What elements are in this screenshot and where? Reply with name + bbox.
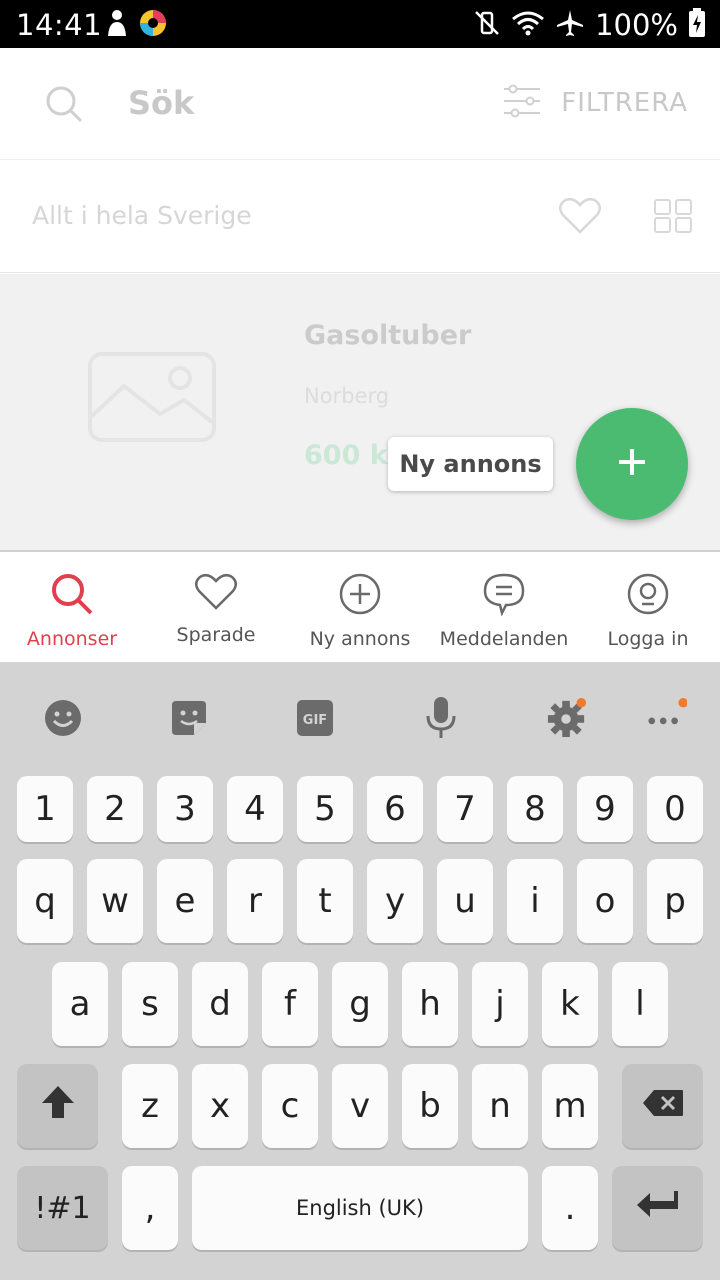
battery-percent: 100% [595, 8, 678, 42]
microphone-icon[interactable] [421, 697, 461, 738]
key-y[interactable]: y [367, 859, 423, 943]
key-i[interactable]: i [507, 859, 563, 943]
grid-view-icon[interactable] [654, 199, 692, 237]
save-search-heart-icon[interactable] [558, 197, 602, 239]
space-key[interactable]: English (UK) [192, 1166, 528, 1250]
key-4[interactable]: 4 [227, 776, 283, 842]
comma-key[interactable]: , [122, 1166, 178, 1250]
colorful-app-icon [138, 8, 168, 42]
battery-charging-icon [688, 8, 706, 42]
key-g[interactable]: g [332, 962, 388, 1046]
listing-title: Gasoltuber [304, 320, 472, 351]
more-icon[interactable] [647, 698, 687, 738]
key-3[interactable]: 3 [157, 776, 213, 842]
key-h[interactable]: h [402, 962, 458, 1046]
shift-arrow-icon [40, 1084, 76, 1129]
key-o[interactable]: o [577, 859, 633, 943]
gif-icon[interactable]: GIF [295, 698, 335, 738]
wifi-icon [511, 9, 545, 41]
symbols-key[interactable]: !#1 [17, 1166, 108, 1250]
key-d[interactable]: d [192, 962, 248, 1046]
emoji-icon[interactable] [43, 698, 83, 738]
search-icon[interactable] [44, 84, 84, 128]
sticker-icon[interactable] [169, 698, 209, 738]
nav-label: Ny annons [309, 628, 411, 650]
settings-icon[interactable] [547, 698, 587, 738]
heart-icon [194, 572, 238, 616]
notification-app-icon [104, 8, 130, 42]
search-icon [50, 572, 94, 620]
search-title[interactable]: Sök [128, 84, 194, 122]
key-t[interactable]: t [297, 859, 353, 943]
key-8[interactable]: 8 [507, 776, 563, 842]
key-p[interactable]: p [647, 859, 703, 943]
enter-key[interactable] [612, 1166, 703, 1250]
listing-price: 600 kr [304, 440, 402, 471]
period-key[interactable]: . [542, 1166, 598, 1250]
bottom-navigation: Annonser Sparade Ny annons Meddelanden L… [0, 550, 720, 662]
backspace-icon [642, 1086, 684, 1126]
listing-location: Norberg [304, 384, 390, 408]
filter-label: FILTRERA [561, 88, 688, 118]
airplane-mode-icon [555, 8, 585, 42]
key-1[interactable]: 1 [17, 776, 73, 842]
nav-item-annonser[interactable]: Annonser [0, 552, 144, 662]
chat-bubble-icon [482, 572, 526, 620]
mute-vibrate-icon [473, 9, 501, 41]
key-f[interactable]: f [262, 962, 318, 1046]
filter-sliders-icon [503, 84, 541, 122]
new-ad-tooltip: Ny annons [388, 437, 553, 491]
keyboard-toolbar: GIF [0, 662, 720, 772]
key-q[interactable]: q [17, 859, 73, 943]
location-row: Allt i hela Sverige [0, 161, 720, 273]
key-j[interactable]: j [472, 962, 528, 1046]
key-e[interactable]: e [157, 859, 213, 943]
location-filter[interactable]: Allt i hela Sverige [32, 201, 252, 230]
key-2[interactable]: 2 [87, 776, 143, 842]
filter-button[interactable]: FILTRERA [503, 84, 688, 122]
search-header: Sök FILTRERA [0, 48, 720, 160]
key-9[interactable]: 9 [577, 776, 633, 842]
key-v[interactable]: v [332, 1064, 388, 1148]
nav-label: Meddelanden [439, 628, 569, 650]
nav-label: Sparade [176, 624, 256, 646]
nav-item-sparade[interactable]: Sparade [144, 552, 288, 662]
key-c[interactable]: c [262, 1064, 318, 1148]
nav-label: Logga in [607, 628, 689, 650]
nav-item-ny-annons[interactable]: Ny annons [288, 552, 432, 662]
nav-item-meddelanden[interactable]: Meddelanden [432, 552, 576, 662]
key-k[interactable]: k [542, 962, 598, 1046]
key-u[interactable]: u [437, 859, 493, 943]
key-w[interactable]: w [87, 859, 143, 943]
image-placeholder-icon [88, 352, 216, 446]
key-r[interactable]: r [227, 859, 283, 943]
enter-arrow-icon [636, 1188, 680, 1228]
shift-key[interactable] [17, 1064, 98, 1148]
nav-label: Annonser [26, 628, 118, 650]
user-circle-icon [626, 572, 670, 620]
key-0[interactable]: 0 [647, 776, 703, 842]
key-z[interactable]: z [122, 1064, 178, 1148]
plus-circle-icon [338, 572, 382, 620]
status-time: 14:41 [16, 8, 103, 42]
key-6[interactable]: 6 [367, 776, 423, 842]
key-5[interactable]: 5 [297, 776, 353, 842]
key-a[interactable]: a [52, 962, 108, 1046]
key-7[interactable]: 7 [437, 776, 493, 842]
gif-label: GIF [303, 713, 327, 728]
plus-icon [616, 446, 648, 482]
key-x[interactable]: x [192, 1064, 248, 1148]
key-n[interactable]: n [472, 1064, 528, 1148]
new-ad-fab-button[interactable] [576, 408, 688, 520]
backspace-key[interactable] [622, 1064, 703, 1148]
key-l[interactable]: l [612, 962, 668, 1046]
key-s[interactable]: s [122, 962, 178, 1046]
nav-item-logga-in[interactable]: Logga in [576, 552, 720, 662]
on-screen-keyboard: GIF 1 2 3 4 5 6 7 8 9 0 q w e r t y u i … [0, 662, 720, 1280]
status-bar: 14:41 100% [0, 0, 720, 48]
key-m[interactable]: m [542, 1064, 598, 1148]
key-b[interactable]: b [402, 1064, 458, 1148]
